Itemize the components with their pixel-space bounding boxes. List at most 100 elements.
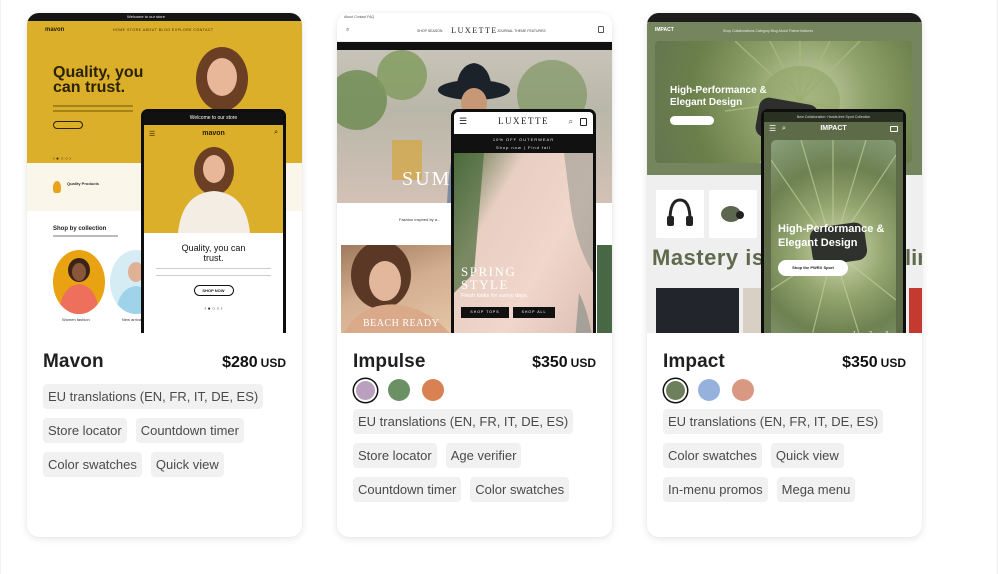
preview-beach-tile: BEACH READY	[341, 245, 453, 333]
color-swatches	[354, 379, 596, 401]
color-swatch[interactable]	[422, 379, 444, 401]
mobile-subheading: Fresh looks for sunny days.	[461, 293, 529, 299]
preview-product-card	[656, 190, 704, 238]
preview-usp-text: Quality Products	[67, 181, 100, 186]
mobile-shop-all-button: SHOP ALL	[513, 307, 555, 318]
mobile-logo: IMPACT	[820, 125, 847, 132]
mobile-announcement-text: 10% OFF OUTERWEAR	[492, 137, 555, 142]
feature-tags: EU translations (EN, FR, IT, DE, ES) Col…	[663, 409, 906, 502]
preview-top-links: About Contact FAQ	[337, 13, 612, 22]
feature-tag: Color swatches	[663, 443, 762, 468]
preview-announcement-text: Welcome to our store	[127, 14, 165, 19]
preview-nav-right: JOURNAL THEME FEATURES	[497, 29, 546, 33]
preview-tile	[597, 245, 612, 333]
theme-card-mavon[interactable]: Welcome to our store mavon HOME STORE AB…	[27, 13, 302, 537]
theme-price: $350 USD	[842, 354, 906, 372]
feature-tag: In-menu promos	[663, 477, 768, 502]
preview-product-card	[709, 190, 757, 238]
preview-section-sub	[53, 235, 118, 237]
feature-tag: Color swatches	[43, 452, 142, 477]
preview-collection-image	[53, 250, 105, 314]
preview-slider-dots: ‹ ● ○ ○ ›	[53, 156, 71, 162]
preview-hero-text	[53, 105, 133, 112]
mobile-model-image	[174, 143, 254, 233]
feature-tag: Quick view	[150, 452, 224, 477]
mobile-heading: SPRING STYLE	[461, 264, 517, 292]
mobile-shop-tops-button: SHOP TOPS	[461, 307, 509, 318]
preview-nav: Shop Collaborations Category Blog About …	[723, 29, 814, 33]
mobile-preview: ☰ LUXETTE ⌕ 10% OFF OUTERWEAR Shop now |…	[451, 109, 596, 333]
theme-preview-image[interactable]: About Contact FAQ ⌕ SHOP SEASON LUXETTE …	[337, 13, 612, 333]
mobile-hero: ☰ mavon ⌕	[144, 125, 283, 233]
preview-hero-button	[53, 121, 83, 129]
preview-logo: mavon	[45, 27, 65, 33]
preview-logo: IMPACT	[655, 27, 674, 33]
color-swatch[interactable]	[698, 379, 720, 401]
preview-nav: HOME STORE ABOUT BLOG EXPLORE CONTACT	[113, 28, 214, 32]
feature-tag: Age verifier	[445, 443, 522, 468]
mobile-hero: High-Performance & Elegant Design Shop t…	[771, 140, 896, 333]
theme-name[interactable]: Impulse	[353, 351, 426, 373]
theme-preview-image[interactable]: IMPACT Shop Collaborations Category Blog…	[647, 13, 922, 333]
cart-icon	[890, 126, 898, 132]
feature-tags: EU translations (EN, FR, IT, DE, ES) Sto…	[353, 409, 596, 502]
preview-announcement-bar	[337, 42, 612, 50]
theme-card-impact[interactable]: IMPACT Shop Collaborations Category Blog…	[647, 13, 922, 537]
mobile-slider-dots: ‹ ● ○ ○ ›	[204, 306, 223, 312]
preview-hero-heading: Quality, you can trust.	[53, 64, 144, 96]
price-amount: $350	[842, 354, 878, 371]
mobile-ticker: New Collaboration: Hands-free Sport Coll…	[764, 112, 903, 122]
mobile-nav: ☰ ⌕ IMPACT	[764, 122, 903, 138]
feature-tag: Store locator	[353, 443, 437, 468]
mobile-heading: Quality, you can trust.	[181, 243, 246, 263]
feature-tag: Color swatches	[470, 477, 570, 502]
mobile-hero: SPRING STYLE Fresh looks for sunny days.…	[454, 153, 593, 333]
mobile-slider-pages: 1 2 3	[853, 331, 894, 333]
feature-tag: Quick view	[770, 443, 844, 468]
preview-section-title: Shop by collection	[53, 226, 107, 232]
feature-tag: Store locator	[43, 418, 127, 443]
price-currency: USD	[260, 356, 286, 370]
mobile-preview: Welcome to our store ☰ mavon ⌕ Quality, …	[141, 109, 286, 333]
cart-icon	[598, 26, 604, 33]
mobile-text	[156, 268, 271, 276]
theme-price: $280 USD	[222, 354, 286, 372]
preview-beach-heading: BEACH READY	[363, 318, 440, 329]
price-currency: USD	[570, 356, 596, 370]
mobile-nav: ☰ LUXETTE ⌕	[454, 112, 593, 134]
preview-caption: Fashion inspired by a...	[399, 217, 441, 222]
feature-tag: Countdown timer	[353, 477, 462, 502]
color-swatch-selected[interactable]	[665, 380, 685, 400]
preview-product-tile	[656, 288, 739, 333]
color-swatch[interactable]	[388, 379, 410, 401]
mobile-shop-button: Shop the PWRX Sport	[778, 260, 848, 276]
feature-tag: EU translations (EN, FR, IT, DE, ES)	[663, 409, 884, 434]
cart-icon: ⌕	[274, 129, 278, 136]
theme-name[interactable]: Impact	[663, 351, 725, 373]
mobile-heading: High-Performance & Elegant Design	[778, 223, 885, 249]
theme-price: $350 USD	[532, 354, 596, 372]
preview-logo: LUXETTE	[451, 26, 498, 35]
color-swatch[interactable]	[732, 379, 754, 401]
preview-section-heading-right: lin	[905, 245, 922, 270]
mobile-announcement: Welcome to our store	[144, 112, 283, 125]
mobile-logo: mavon	[202, 130, 225, 137]
price-currency: USD	[880, 356, 906, 370]
theme-preview-image[interactable]: Welcome to our store mavon HOME STORE AB…	[27, 13, 302, 333]
mobile-shop-button: SHOP NOW	[193, 285, 234, 296]
feature-tag: EU translations (EN, FR, IT, DE, ES)	[353, 409, 574, 434]
preview-announcement-bar: Welcome to our store	[27, 13, 302, 21]
theme-card-impulse[interactable]: About Contact FAQ ⌕ SHOP SEASON LUXETTE …	[337, 13, 612, 537]
mobile-announcement-sub: Shop now | Find fall	[495, 145, 552, 150]
price-amount: $350	[532, 354, 568, 371]
preview-nav: ⌕ SHOP SEASON LUXETTE JOURNAL THEME FEAT…	[337, 22, 612, 42]
preview-hero-heading: High-Performance & Elegant Design	[670, 85, 767, 108]
feature-tag: Countdown timer	[135, 418, 244, 443]
preview-product-tile	[909, 288, 922, 333]
color-swatch-selected[interactable]	[355, 380, 375, 400]
color-swatches	[664, 379, 906, 401]
preview-section-heading: Mastery is	[652, 245, 765, 270]
preview-top-links-text: About Contact FAQ	[344, 15, 375, 19]
cart-icon	[580, 118, 587, 126]
theme-name[interactable]: Mavon	[43, 351, 104, 373]
